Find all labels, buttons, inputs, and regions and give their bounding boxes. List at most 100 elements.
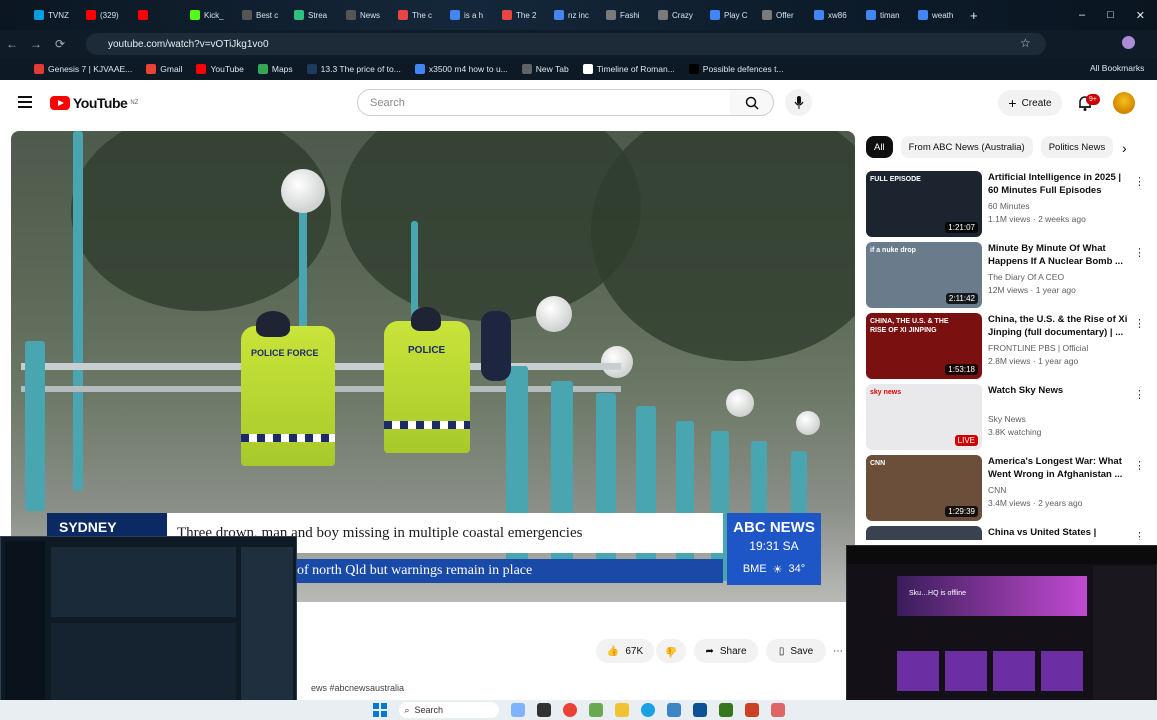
task-view-icon[interactable] xyxy=(510,703,525,717)
browser-tab[interactable]: The c xyxy=(392,4,444,26)
app-icon[interactable] xyxy=(536,703,551,717)
search-input[interactable]: Search xyxy=(357,89,731,116)
bookmark-item[interactable]: YouTube xyxy=(196,64,244,74)
browser-tab[interactable]: xw86 xyxy=(808,4,860,26)
browser-tab[interactable]: timan xyxy=(860,4,912,26)
create-button[interactable]: + Create xyxy=(998,90,1062,116)
channel-name[interactable]: Sky News xyxy=(988,414,1026,424)
app-icon[interactable] xyxy=(770,703,785,717)
reload-icon[interactable]: ⟳ xyxy=(48,37,72,51)
browser-tab[interactable]: Offer xyxy=(756,4,808,26)
minimize-button[interactable]: – xyxy=(1079,9,1085,21)
dislike-button[interactable]: 👍 xyxy=(656,639,686,663)
file-explorer-icon[interactable] xyxy=(614,703,629,717)
video-thumbnail[interactable]: CNN 1:29:39 xyxy=(866,455,982,521)
profile-avatar[interactable] xyxy=(1122,36,1135,49)
windows-start-icon[interactable] xyxy=(372,703,387,717)
more-actions-button[interactable]: ⋯ xyxy=(830,639,846,663)
youtube-logo[interactable]: YouTube NZ xyxy=(50,95,138,111)
bookmark-item[interactable]: Genesis 7 | KJVAAE... xyxy=(34,64,132,74)
back-icon[interactable]: ← xyxy=(0,37,24,51)
save-button[interactable]: ▯ Save xyxy=(766,639,826,663)
forward-icon[interactable]: → xyxy=(24,37,48,51)
browser-tab[interactable] xyxy=(132,4,184,26)
like-button[interactable]: 👍 67K xyxy=(596,639,654,663)
browser-tab[interactable]: weath xyxy=(912,4,964,26)
bookmark-item[interactable]: 13.3 The price of to... xyxy=(306,64,401,74)
account-avatar[interactable] xyxy=(1113,92,1135,114)
more-options-icon[interactable]: ⋮ xyxy=(1134,459,1145,472)
browser-tab[interactable]: News xyxy=(340,4,392,26)
browser-tab[interactable]: Crazy xyxy=(652,4,704,26)
video-thumbnail[interactable] xyxy=(866,526,982,540)
browser-tab[interactable]: (329) xyxy=(80,4,132,26)
filter-chip[interactable]: All xyxy=(866,136,893,158)
recommendation-title[interactable]: Minute By Minute Of What Happens If A Nu… xyxy=(988,242,1128,268)
recommendation-item[interactable]: if a nuke drop 2:11:42 Minute By Minute Of… xyxy=(866,242,1146,308)
browser-tab[interactable]: Play C xyxy=(704,4,756,26)
recommendation-title[interactable]: China vs United States | Behind xyxy=(988,526,1128,540)
bookmark-item[interactable]: Gmail xyxy=(146,64,182,74)
star-icon[interactable]: ☆ xyxy=(1020,36,1031,50)
video-hashtags[interactable]: ews #abcnewsaustralia xyxy=(311,683,404,693)
app-icon[interactable] xyxy=(588,703,603,717)
bookmark-item[interactable]: Maps xyxy=(257,64,293,74)
more-options-icon[interactable]: ⋮ xyxy=(1134,246,1145,259)
browser-tab[interactable]: Fashi xyxy=(600,4,652,26)
recommendation-title[interactable]: China, the U.S. & the Rise of Xi Jinping… xyxy=(988,313,1128,339)
filter-chip[interactable]: From ABC News (Australia) xyxy=(900,136,1033,158)
taskbar-search[interactable]: ⌕ Search xyxy=(398,702,499,718)
browser-tab[interactable]: nz inc xyxy=(548,4,600,26)
close-window-button[interactable]: ✕ xyxy=(1136,9,1145,22)
browser-tab[interactable]: Kick_ xyxy=(184,4,236,26)
browser-tab[interactable]: Strea xyxy=(288,4,340,26)
bookmark-item[interactable]: Timeline of Roman... xyxy=(582,64,675,74)
browser-tab[interactable]: Best c xyxy=(236,4,288,26)
all-bookmarks[interactable]: All Bookmarks xyxy=(1090,63,1144,73)
search-button[interactable] xyxy=(730,89,774,116)
more-options-icon[interactable]: ⋮ xyxy=(1134,530,1145,540)
chevron-right-icon[interactable]: › xyxy=(1122,140,1127,156)
recommendation-item[interactable]: FULL EPISODE 1:21:07 Artificial Intelligen… xyxy=(866,171,1146,237)
recommendation-item[interactable]: CNN 1:29:39 America's Longest War: What We… xyxy=(866,455,1146,521)
chrome-icon[interactable] xyxy=(562,703,577,717)
video-player[interactable]: POLICE FORCE POLICE SYDNEY Three drown, … xyxy=(11,131,855,602)
menu-icon[interactable] xyxy=(18,96,32,108)
recommendation-item[interactable]: CHINA, THE U.S. & THE RISE OF XI JINPING… xyxy=(866,313,1146,379)
video-thumbnail[interactable]: FULL EPISODE 1:21:07 xyxy=(866,171,982,237)
browser-tab[interactable]: TVNZ xyxy=(28,4,80,26)
channel-name[interactable]: FRONTLINE PBS | Official xyxy=(988,343,1088,353)
share-button[interactable]: ➦ Share xyxy=(694,639,758,663)
bookmark-item[interactable]: New Tab xyxy=(521,64,569,74)
recommendation-item[interactable]: sky news LIVE Watch Sky News Sky News 3.8K w… xyxy=(866,384,1146,450)
bookmark-item[interactable]: x3500 m4 how to u... xyxy=(414,64,508,74)
overlay-window-dashboard[interactable] xyxy=(0,536,297,714)
browser-tab[interactable]: is a h xyxy=(444,4,496,26)
voice-search-button[interactable] xyxy=(785,89,812,116)
overlay-window-kick[interactable]: Sku…HQ is offline xyxy=(846,545,1157,713)
address-bar[interactable]: youtube.com/watch?v=vOTiJkg1vo0 xyxy=(86,33,1046,55)
app-icon[interactable] xyxy=(666,703,681,717)
more-options-icon[interactable]: ⋮ xyxy=(1134,317,1145,330)
edge-icon[interactable] xyxy=(640,703,655,717)
app-icon[interactable] xyxy=(744,703,759,717)
more-options-icon[interactable]: ⋮ xyxy=(1134,388,1145,401)
more-options-icon[interactable]: ⋮ xyxy=(1134,175,1145,188)
recommendation-title[interactable]: Watch Sky News xyxy=(988,384,1128,397)
bookmark-item[interactable]: Possible defences t... xyxy=(688,64,784,74)
filter-chip[interactable]: Politics News xyxy=(1040,136,1114,158)
app-icon[interactable] xyxy=(718,703,733,717)
maximize-button[interactable]: □ xyxy=(1107,9,1114,21)
video-thumbnail[interactable]: sky news LIVE xyxy=(866,384,982,450)
channel-name[interactable]: The Diary Of A CEO xyxy=(988,272,1064,282)
app-icon[interactable] xyxy=(692,703,707,717)
browser-tab[interactable]: The 2 xyxy=(496,4,548,26)
new-tab-button[interactable]: + xyxy=(970,8,978,23)
video-thumbnail[interactable]: if a nuke drop 2:11:42 xyxy=(866,242,982,308)
recommendation-item[interactable]: China vs United States | Behind ⋮ xyxy=(866,526,1146,540)
recommendation-title[interactable]: Artificial Intelligence in 2025 | 60 Min… xyxy=(988,171,1128,197)
video-thumbnail[interactable]: CHINA, THE U.S. & THE RISE OF XI JINPING… xyxy=(866,313,982,379)
channel-name[interactable]: CNN xyxy=(988,485,1006,495)
channel-name[interactable]: 60 Minutes xyxy=(988,201,1030,211)
recommendation-title[interactable]: America's Longest War: What Went Wrong i… xyxy=(988,455,1128,481)
